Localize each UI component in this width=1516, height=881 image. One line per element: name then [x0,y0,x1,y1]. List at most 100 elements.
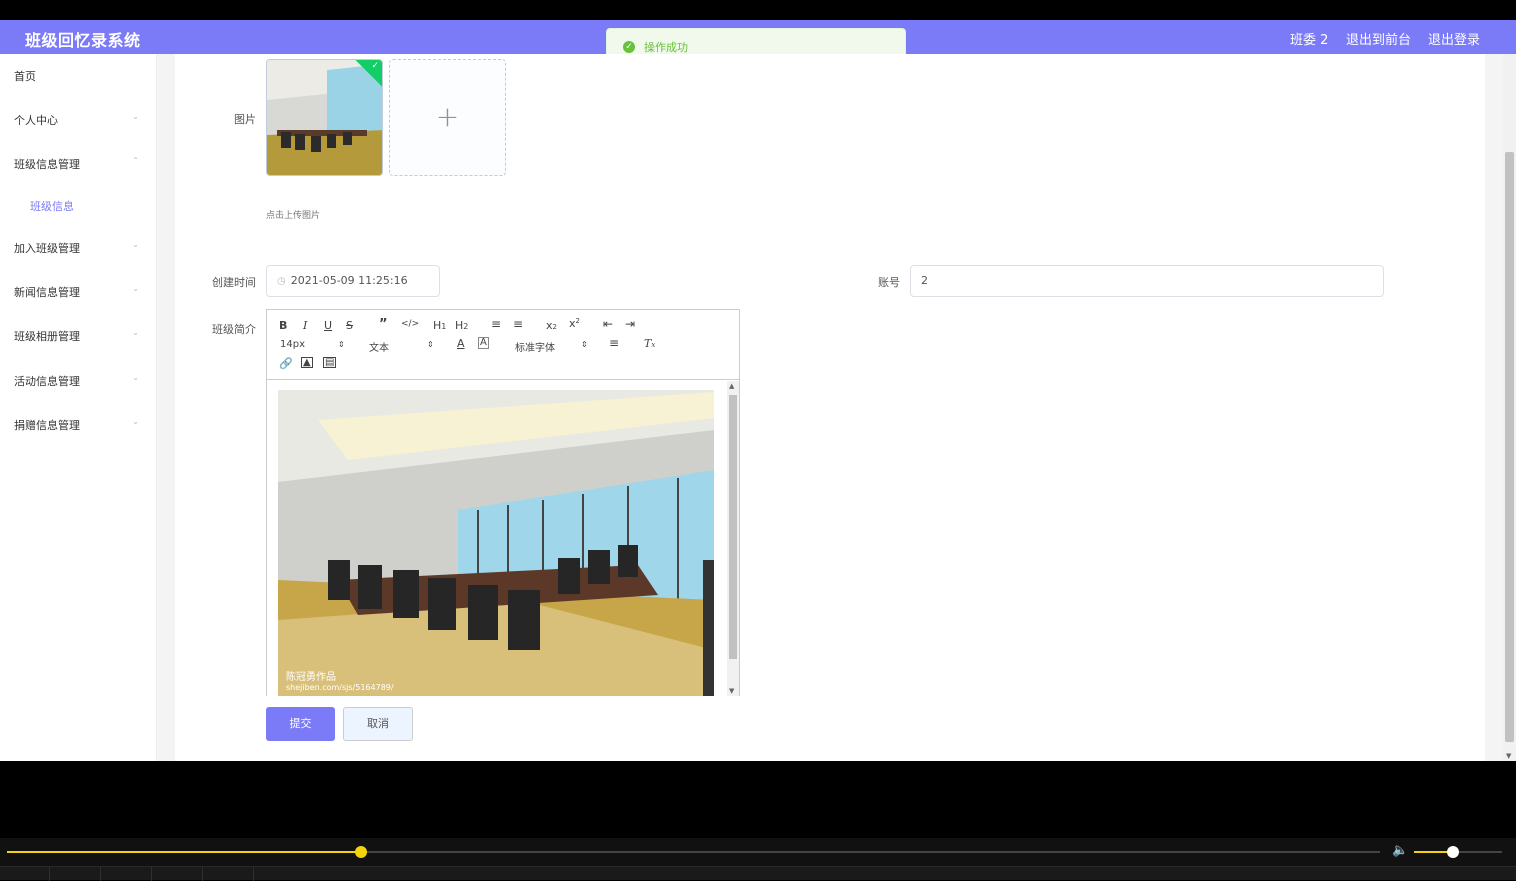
sidebar-item-label: 加入班级管理 [14,242,80,255]
font-family-value: 标准字体 [515,343,555,354]
font-family-select[interactable]: 标准字体 ⇕ [515,339,589,354]
browser-viewport: 班级回忆录系统 班委 2 退出到前台 退出登录 ✓ 操作成功 首页 个人中心 ⌄ … [0,20,1516,761]
sidebar-item-donation-mgmt[interactable]: 捐赠信息管理 ⌄ [0,417,157,437]
go-front-link[interactable]: 退出到前台 [1346,29,1411,48]
player-strip-cell[interactable] [51,867,101,881]
code-block-icon[interactable]: </> [401,319,419,329]
image-icon[interactable]: ▲ [301,357,313,368]
video-icon[interactable]: ▤ [323,357,337,368]
image-upload-button[interactable]: + [389,59,506,176]
sidebar-item-label: 新闻信息管理 [14,286,80,299]
editor-scrollbar[interactable]: ▲ ▼ [727,381,739,696]
indent-icon[interactable]: ⇥ [625,317,635,331]
strikethrough-icon[interactable]: S [346,319,353,332]
submit-button[interactable]: 提交 [266,707,335,741]
created-time-value: 2021-05-09 11:25:16 [290,274,408,287]
image-label: 图片 [234,113,256,126]
sidebar-item-label: 捐赠信息管理 [14,419,80,432]
volume-icon[interactable]: 🔈 [1392,843,1408,858]
image-watermark-line2: shejiben.com/sjs/5164789/ [286,683,394,692]
video-player-controls: 🔈 [0,838,1516,881]
editor-scroll-thumb[interactable] [729,395,737,659]
bold-icon[interactable]: B [279,319,287,332]
subscript-icon[interactable]: x2 [546,319,557,332]
chevron-down-icon: ⌄ [132,373,139,382]
account-value: 2 [921,274,928,287]
chevron-down-icon: ⌄ [132,284,139,293]
scroll-down-icon[interactable]: ▼ [1506,752,1511,760]
sidebar-item-label: 班级相册管理 [14,330,80,343]
created-time-input[interactable]: ◷ 2021-05-09 11:25:16 [266,265,440,297]
toast-message: 操作成功 [644,41,688,54]
account-label: 账号 [878,276,900,289]
header2-icon[interactable]: H2 [455,319,468,332]
uploaded-image-thumbnail[interactable]: ✓ [266,59,383,176]
chevron-down-icon: ⌄ [132,112,139,121]
link-icon[interactable]: 🔗 [279,357,293,370]
sidebar-item-label: 首页 [14,70,36,83]
conference-room-thumbnail-image [267,60,382,175]
player-strip-cell[interactable] [102,867,152,881]
app-title: 班级回忆录系统 [25,31,141,50]
sidebar-item-join-class-mgmt[interactable]: 加入班级管理 ⌄ [0,240,157,260]
current-user[interactable]: 班委 2 [1290,29,1328,48]
superscript-icon[interactable]: x2 [569,317,580,330]
volume-handle[interactable] [1446,846,1459,858]
plus-icon: + [435,100,460,133]
sidebar: 首页 个人中心 ⌄ 班级信息管理 ⌃ 班级信息 加入班级管理 ⌄ 新闻信息管理 ⌄ 班级… [0,54,157,761]
header-select[interactable]: 文本 ⇕ [369,339,435,354]
sidebar-item-label: 活动信息管理 [14,375,80,388]
created-time-label: 创建时间 [212,276,256,289]
page-scroll-thumb[interactable] [1505,152,1514,742]
sidebar-item-home[interactable]: 首页 [0,68,157,88]
header1-icon[interactable]: H1 [433,319,446,332]
bullet-list-icon[interactable]: ≡ [513,317,523,331]
sidebar-item-activity-mgmt[interactable]: 活动信息管理 ⌄ [0,373,157,393]
player-button-strip [0,866,1516,881]
player-strip-cell[interactable] [153,867,203,881]
sidebar-subitem-class-info[interactable]: 班级信息 [0,198,157,218]
player-strip-cell[interactable] [0,867,50,881]
clock-icon: ◷ [277,276,286,287]
chevron-down-icon: ⌄ [132,417,139,426]
clear-format-icon[interactable]: Tx [644,337,655,350]
account-input[interactable]: 2 [910,265,1384,297]
select-arrows-icon: ⇕ [338,340,345,349]
font-size-select[interactable]: 14px ⇕ [280,339,346,353]
italic-icon[interactable]: I [303,319,307,332]
edit-form-card: 图片 ✓ + 点击上传图片 创建时间 ◷ 2021-05-09 11:25:16… [175,54,1485,761]
page-scrollbar[interactable]: ▼ [1503,54,1516,761]
sidebar-item-class-info-mgmt[interactable]: 班级信息管理 ⌃ [0,156,157,176]
volume-slider[interactable] [1414,846,1502,858]
cancel-button[interactable]: 取消 [343,707,413,741]
editor-toolbar: B I U S ” </> H1 H2 ≡ ≡ x2 x2 ⇤ ⇥ 14px ⇕ … [267,310,739,380]
outdent-icon[interactable]: ⇤ [603,317,613,331]
sidebar-item-label: 个人中心 [14,114,58,127]
seek-bar[interactable] [7,846,1380,858]
chevron-up-icon: ⌃ [132,156,139,165]
check-icon: ✓ [371,61,379,71]
conference-room-image: 陈冠勇作品 shejiben.com/sjs/5164789/ [267,381,727,696]
logout-link[interactable]: 退出登录 [1428,29,1480,48]
header-select-value: 文本 [369,343,389,354]
player-strip-cell[interactable] [204,867,254,881]
editor-content[interactable]: 陈冠勇作品 shejiben.com/sjs/5164789/ [267,381,739,696]
upload-tip: 点击上传图片 [266,211,321,221]
font-size-value: 14px [280,339,305,350]
chevron-down-icon: ⌄ [132,240,139,249]
scroll-down-icon[interactable]: ▼ [729,687,734,695]
font-color-icon[interactable]: A [457,337,465,350]
ordered-list-icon[interactable]: ≡ [491,317,501,331]
underline-icon[interactable]: U [324,319,332,332]
seek-progress [7,851,362,853]
blockquote-icon[interactable]: ” [379,317,388,332]
sidebar-item-personal-center[interactable]: 个人中心 ⌄ [0,112,157,132]
background-color-icon[interactable]: A [478,337,489,349]
seek-handle[interactable] [355,846,368,858]
scroll-up-icon[interactable]: ▲ [729,382,734,390]
select-arrows-icon: ⇕ [427,340,434,349]
intro-label: 班级简介 [212,323,256,336]
sidebar-item-news-mgmt[interactable]: 新闻信息管理 ⌄ [0,284,157,304]
align-icon[interactable]: ≡ [609,336,619,350]
sidebar-item-album-mgmt[interactable]: 班级相册管理 ⌄ [0,328,157,348]
